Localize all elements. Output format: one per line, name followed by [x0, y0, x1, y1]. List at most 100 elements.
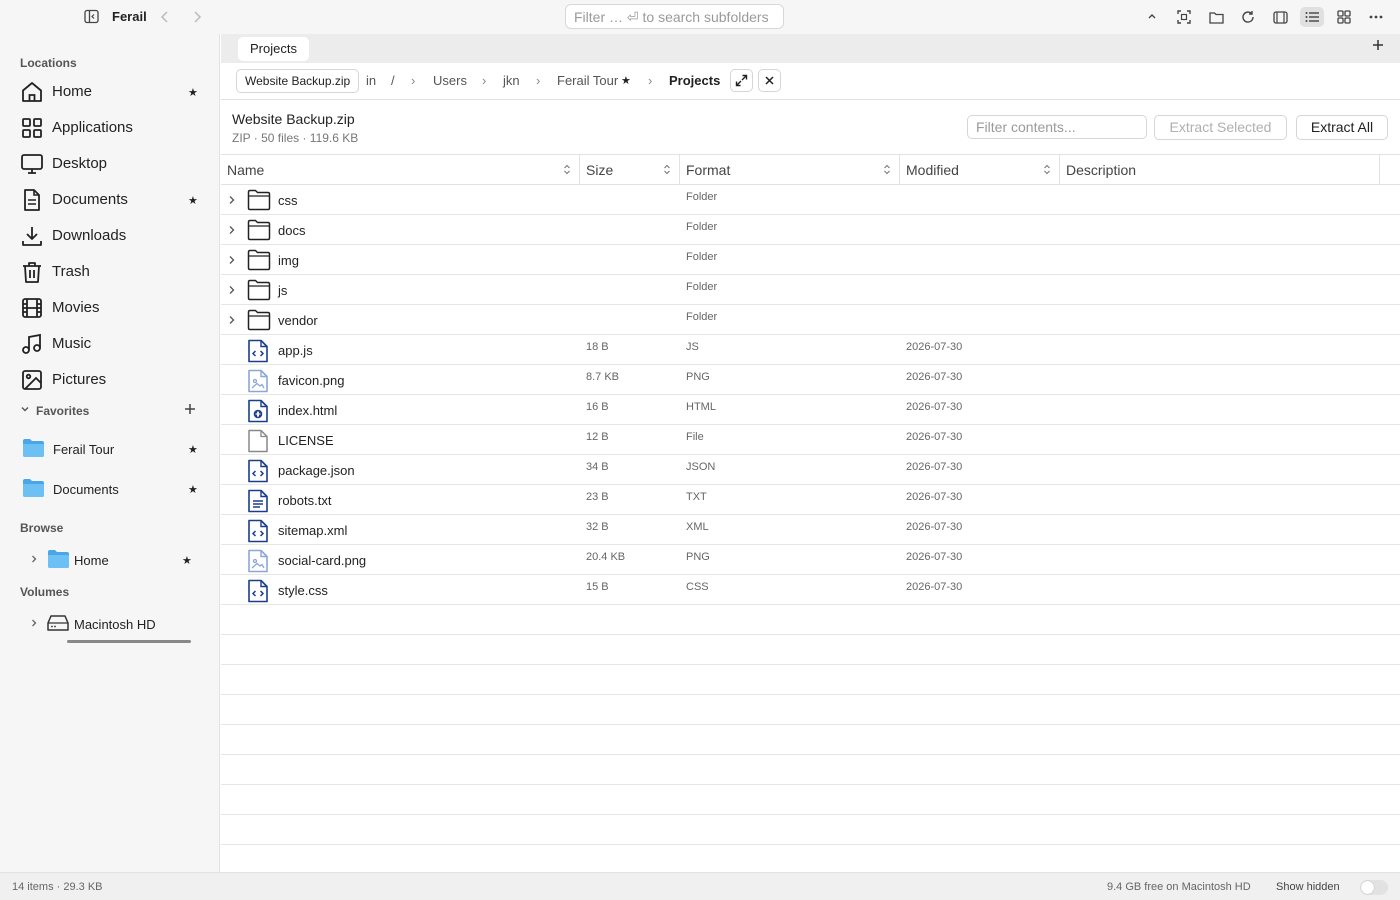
star-icon[interactable]: ★ [188, 86, 198, 99]
sidebar-item-desktop[interactable]: Desktop [0, 148, 220, 180]
search-input[interactable] [565, 4, 784, 29]
table-row[interactable]: style.css 15 B CSS 2026-07-30 [221, 575, 1400, 605]
file-name: LICENSE [278, 433, 334, 448]
panel-icon[interactable] [1269, 7, 1291, 27]
path-segment-jkn[interactable]: jkn [503, 73, 520, 88]
favorite-item-ferail-tour[interactable]: Ferail Tour ★ [0, 433, 220, 465]
open-external-icon[interactable] [730, 69, 753, 92]
browse-item-home[interactable]: Home ★ [0, 544, 220, 576]
column-header-format[interactable]: Format [680, 155, 900, 185]
file-name: css [278, 193, 298, 208]
extract-selected-button[interactable]: Extract Selected [1154, 115, 1287, 140]
table-row[interactable]: img Folder [221, 245, 1400, 275]
column-header-label: Name [227, 162, 265, 178]
sidebar-item-trash[interactable]: Trash [0, 256, 220, 288]
folder-icon [247, 279, 271, 301]
new-tab-icon[interactable] [1372, 39, 1384, 51]
chevron-right-icon[interactable] [30, 618, 38, 628]
chevron-right-icon[interactable] [228, 224, 236, 236]
path-in-label: in [366, 73, 377, 88]
column-header-label: Description [1066, 162, 1137, 178]
sort-icon[interactable] [883, 164, 891, 175]
file-name: index.html [278, 403, 338, 418]
volume-item-macintosh-hd[interactable]: Macintosh HD [0, 608, 220, 640]
extract-all-button[interactable]: Extract All [1296, 115, 1388, 140]
chevron-right-icon[interactable] [228, 314, 236, 326]
table-row[interactable]: robots.txt 23 B TXT 2026-07-30 [221, 485, 1400, 515]
sidebar-toggle-icon[interactable] [84, 9, 99, 24]
table-header: Name Size Format Modified Description [221, 155, 1400, 185]
star-icon[interactable]: ★ [188, 443, 198, 456]
sort-icon[interactable] [1043, 164, 1051, 175]
chevron-up-icon[interactable] [1141, 7, 1163, 27]
star-icon[interactable]: ★ [188, 194, 198, 207]
folder-icon[interactable] [1205, 7, 1227, 27]
file-modified: 2026-07-30 [906, 401, 963, 413]
column-header-modified[interactable]: Modified [900, 155, 1060, 185]
refresh-icon[interactable] [1237, 7, 1259, 27]
table-row[interactable]: vendor Folder [221, 305, 1400, 335]
archive-crumb[interactable]: Website Backup.zip [236, 69, 360, 93]
sidebar-item-label: Pictures [52, 371, 107, 388]
file-size: 32 B [586, 521, 609, 533]
sidebar-item-applications[interactable]: Applications [0, 112, 220, 144]
grid-view-icon[interactable] [1333, 7, 1355, 27]
chevron-right-icon[interactable] [30, 554, 38, 564]
table-row[interactable]: sitemap.xml 32 B XML 2026-07-30 [221, 515, 1400, 545]
star-icon[interactable]: ★ [182, 554, 192, 567]
sidebar-item-pictures[interactable]: Pictures [0, 364, 220, 396]
table-row[interactable]: css Folder [221, 185, 1400, 215]
show-hidden-toggle[interactable] [1360, 880, 1388, 895]
file-modified: 2026-07-30 [906, 551, 963, 563]
table-row[interactable]: index.html 16 B HTML 2026-07-30 [221, 395, 1400, 425]
more-icon[interactable] [1365, 7, 1387, 27]
archive-meta: ZIP · 50 files · 119.6 KB [232, 131, 359, 145]
sidebar-item-music[interactable]: Music [0, 328, 220, 360]
empty-row [221, 785, 1400, 815]
forward-arrow-icon[interactable] [191, 10, 203, 24]
column-header-name[interactable]: Name [221, 155, 580, 185]
filter-contents-input[interactable] [967, 115, 1147, 139]
html-file-icon [247, 399, 269, 423]
sort-icon[interactable] [563, 164, 571, 175]
sidebar-item-downloads[interactable]: Downloads [0, 220, 220, 252]
table-row[interactable]: app.js 18 B JS 2026-07-30 [221, 335, 1400, 365]
table-row[interactable]: social-card.png 20.4 KB PNG 2026-07-30 [221, 545, 1400, 575]
chevron-right-icon[interactable] [228, 284, 236, 296]
sidebar-item-documents[interactable]: Documents ★ [0, 184, 220, 216]
path-segment-projects[interactable]: Projects [669, 73, 720, 88]
file-name: package.json [278, 463, 355, 478]
path-root[interactable]: / [391, 73, 395, 88]
file-name: img [278, 253, 299, 268]
path-segment-users[interactable]: Users [433, 73, 467, 88]
star-icon[interactable]: ★ [188, 483, 198, 496]
file-size: 8.7 KB [586, 371, 620, 383]
app-title: Ferail [112, 9, 147, 24]
chevron-right-icon: › [648, 73, 653, 88]
table-row[interactable]: LICENSE 12 B File 2026-07-30 [221, 425, 1400, 455]
column-header-description[interactable]: Description [1060, 155, 1380, 185]
sidebar-item-movies[interactable]: Movies [0, 292, 220, 324]
image-file-icon [247, 369, 269, 393]
favorites-collapse-icon[interactable] [20, 404, 30, 414]
chevron-right-icon[interactable] [228, 254, 236, 266]
back-arrow-icon[interactable] [159, 10, 171, 24]
table-row[interactable]: favicon.png 8.7 KB PNG 2026-07-30 [221, 365, 1400, 395]
sidebar-item-home[interactable]: Home ★ [0, 76, 220, 108]
list-view-icon[interactable] [1300, 7, 1324, 27]
tab-projects[interactable]: Projects [238, 37, 309, 61]
chevron-right-icon[interactable] [228, 194, 236, 206]
close-icon[interactable] [758, 69, 781, 92]
star-icon[interactable]: ★ [621, 74, 631, 87]
drive-icon [47, 614, 69, 632]
table-row[interactable]: package.json 34 B JSON 2026-07-30 [221, 455, 1400, 485]
column-header-size[interactable]: Size [580, 155, 680, 185]
expand-icon[interactable] [1173, 7, 1195, 27]
table-row[interactable]: js Folder [221, 275, 1400, 305]
favorite-item-documents[interactable]: Documents ★ [0, 473, 220, 505]
file-format: Folder [686, 311, 718, 323]
table-row[interactable]: docs Folder [221, 215, 1400, 245]
add-favorite-icon[interactable] [184, 403, 196, 415]
sort-icon[interactable] [663, 164, 671, 175]
path-segment-ferail-tour[interactable]: Ferail Tour [557, 73, 618, 88]
